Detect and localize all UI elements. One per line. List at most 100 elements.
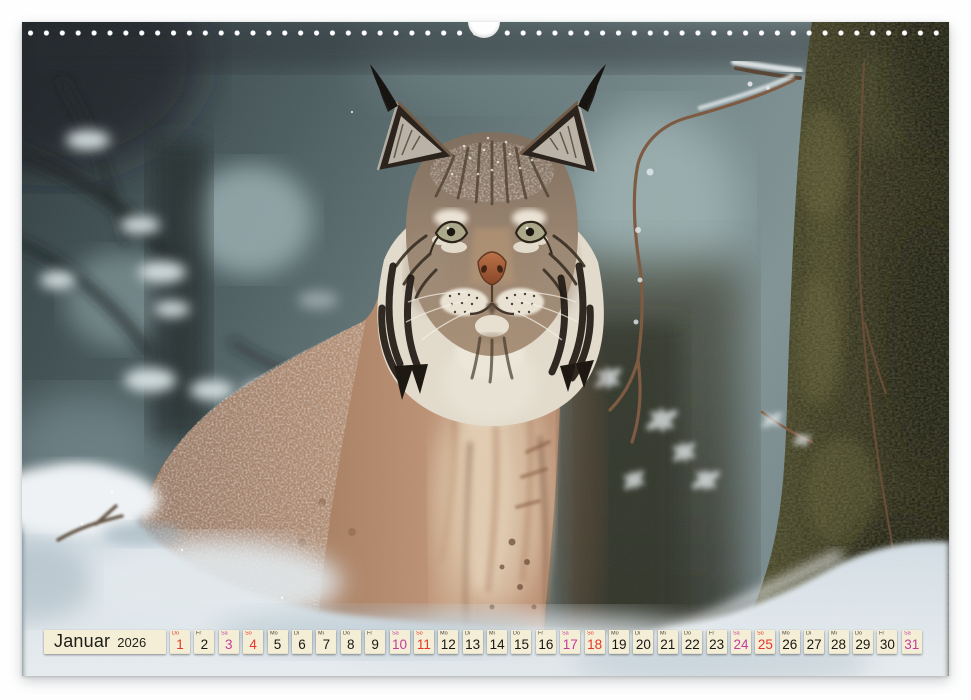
calendar-day-cell: Mi21 — [658, 630, 678, 654]
day-number: 18 — [585, 638, 605, 652]
calendar-day-cell: Do1 — [170, 630, 190, 654]
weekday-abbr: Mo — [611, 631, 619, 637]
day-number: 1 — [170, 638, 190, 652]
day-number: 5 — [268, 638, 288, 652]
calendar-page: Januar 2026 Do1Fr2Sa3So4Mo5Di6Mi7Do8Fr9S… — [0, 0, 971, 700]
weekday-abbr: Fr — [367, 631, 372, 637]
weekday-abbr: Sa — [392, 631, 399, 637]
month-name: Januar — [54, 630, 110, 653]
weekday-abbr: Do — [684, 631, 691, 637]
weekday-abbr: So — [245, 631, 252, 637]
calendar-day-cell: So11 — [414, 630, 434, 654]
weekday-abbr: Mo — [270, 631, 278, 637]
calendar-day-cell: Fr2 — [194, 630, 214, 654]
weekday-abbr: Fr — [196, 631, 201, 637]
day-number: 31 — [902, 638, 922, 652]
weekday-abbr: Di — [294, 631, 299, 637]
day-number: 3 — [219, 638, 239, 652]
day-cells: Do1Fr2Sa3So4Mo5Di6Mi7Do8Fr9Sa10So11Mo12D… — [170, 630, 922, 654]
calendar-day-cell: Mo26 — [780, 630, 800, 654]
calendar-day-cell: Fr16 — [536, 630, 556, 654]
day-number: 22 — [682, 638, 702, 652]
day-number: 8 — [341, 638, 361, 652]
day-number: 7 — [316, 638, 336, 652]
weekday-abbr: Mi — [660, 631, 666, 637]
calendar-day-cell: Fr30 — [877, 630, 897, 654]
day-number: 16 — [536, 638, 556, 652]
day-number: 21 — [658, 638, 678, 652]
weekday-abbr: Fr — [879, 631, 884, 637]
day-number: 19 — [609, 638, 629, 652]
calendar-day-cell: Do15 — [511, 630, 531, 654]
weekday-abbr: Do — [172, 631, 179, 637]
weekday-abbr: So — [757, 631, 764, 637]
day-number: 24 — [731, 638, 751, 652]
lynx-winter-scene — [22, 22, 949, 676]
weekday-abbr: So — [416, 631, 423, 637]
weekday-abbr: Do — [343, 631, 350, 637]
day-number: 13 — [463, 638, 483, 652]
weekday-abbr: Sa — [221, 631, 228, 637]
weekday-abbr: Sa — [733, 631, 740, 637]
month-year-label: Januar 2026 — [44, 630, 166, 654]
day-number: 4 — [243, 638, 263, 652]
weekday-abbr: Do — [513, 631, 520, 637]
day-number: 12 — [438, 638, 458, 652]
day-number: 11 — [414, 638, 434, 652]
day-number: 15 — [511, 638, 531, 652]
weekday-abbr: Fr — [709, 631, 714, 637]
day-number: 30 — [877, 638, 897, 652]
day-number: 26 — [780, 638, 800, 652]
calendar-day-cell: Sa10 — [390, 630, 410, 654]
day-number: 14 — [487, 638, 507, 652]
photo-grain — [22, 22, 949, 676]
calendar-day-cell: So18 — [585, 630, 605, 654]
calendar-day-cell: So4 — [243, 630, 263, 654]
weekday-abbr: Mi — [489, 631, 495, 637]
day-number: 28 — [829, 638, 849, 652]
weekday-abbr: Do — [855, 631, 862, 637]
weekday-abbr: Mo — [440, 631, 448, 637]
calendar-day-cell: Fr23 — [707, 630, 727, 654]
calendar-day-cell: Do8 — [341, 630, 361, 654]
weekday-abbr: Sa — [904, 631, 911, 637]
calendar-day-cell: So25 — [755, 630, 775, 654]
calendar-day-cell: Fr9 — [365, 630, 385, 654]
weekday-abbr: Di — [806, 631, 811, 637]
day-number: 27 — [804, 638, 824, 652]
weekday-abbr: So — [587, 631, 594, 637]
calendar-strip: Januar 2026 Do1Fr2Sa3So4Mo5Di6Mi7Do8Fr9S… — [44, 630, 922, 654]
weekday-abbr: Di — [465, 631, 470, 637]
day-number: 17 — [560, 638, 580, 652]
weekday-abbr: Mo — [782, 631, 790, 637]
day-number: 2 — [194, 638, 214, 652]
weekday-abbr: Mi — [318, 631, 324, 637]
weekday-abbr: Mi — [831, 631, 837, 637]
day-number: 23 — [707, 638, 727, 652]
day-number: 25 — [755, 638, 775, 652]
calendar-day-cell: Di20 — [633, 630, 653, 654]
day-number: 20 — [633, 638, 653, 652]
weekday-abbr: Di — [635, 631, 640, 637]
calendar-day-cell: Di13 — [463, 630, 483, 654]
weekday-abbr: Fr — [538, 631, 543, 637]
calendar-day-cell: Mo12 — [438, 630, 458, 654]
calendar-day-cell: Mo19 — [609, 630, 629, 654]
weekday-abbr: Sa — [562, 631, 569, 637]
calendar-day-cell: Do22 — [682, 630, 702, 654]
calendar-photo-lynx: Januar 2026 Do1Fr2Sa3So4Mo5Di6Mi7Do8Fr9S… — [22, 22, 949, 676]
year-label: 2026 — [117, 635, 146, 650]
calendar-day-cell: Mi7 — [316, 630, 336, 654]
calendar-day-cell: Do29 — [853, 630, 873, 654]
calendar-day-cell: Di6 — [292, 630, 312, 654]
calendar-day-cell: Mi14 — [487, 630, 507, 654]
day-number: 29 — [853, 638, 873, 652]
calendar-day-cell: Sa31 — [902, 630, 922, 654]
calendar-day-cell: Di27 — [804, 630, 824, 654]
day-number: 10 — [390, 638, 410, 652]
calendar-day-cell: Mo5 — [268, 630, 288, 654]
calendar-day-cell: Sa17 — [560, 630, 580, 654]
day-number: 9 — [365, 638, 385, 652]
calendar-day-cell: Mi28 — [829, 630, 849, 654]
calendar-day-cell: Sa3 — [219, 630, 239, 654]
